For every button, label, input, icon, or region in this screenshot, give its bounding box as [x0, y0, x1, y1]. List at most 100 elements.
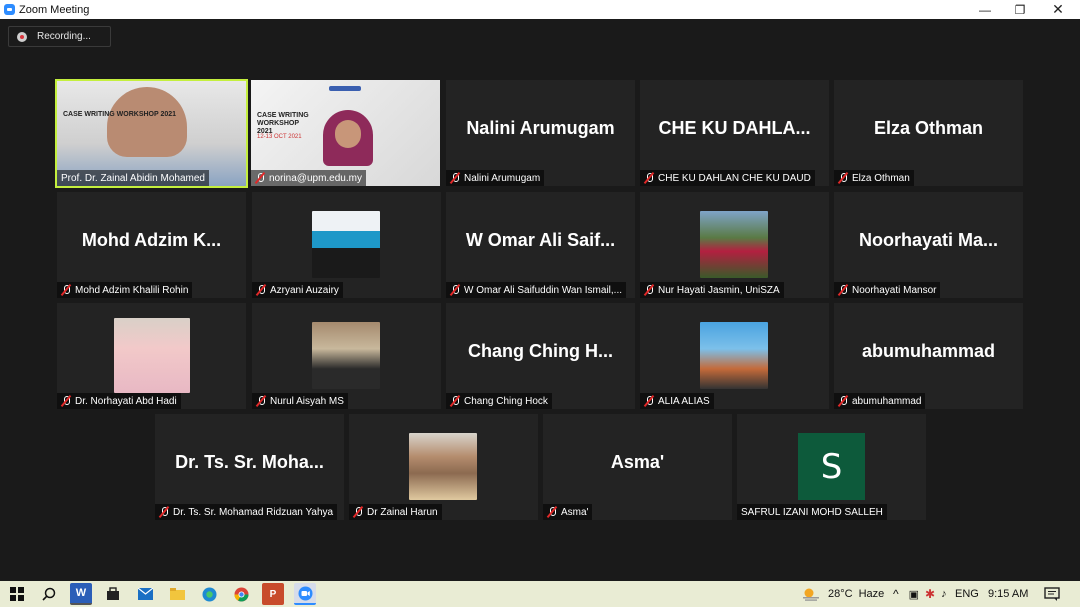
weather-desc: Haze	[858, 588, 885, 600]
record-icon	[17, 31, 27, 42]
chevron-up-icon[interactable]: ^	[893, 587, 899, 601]
shared-slide-dates: 12-13 OCT 2021	[257, 134, 302, 140]
mic-muted-icon	[61, 395, 71, 407]
antivirus-icon[interactable]: ✱	[925, 587, 935, 601]
mic-muted-icon	[353, 506, 363, 518]
mail-icon[interactable]	[134, 583, 156, 605]
mic-muted-icon	[450, 172, 460, 184]
participant-name: SAFRUL IZANI MOHD SALLEH	[737, 504, 887, 520]
video-tile[interactable]: Dr Zainal Harun	[349, 414, 538, 520]
mic-muted-icon	[255, 172, 265, 184]
mic-muted-icon	[159, 506, 169, 518]
video-tile[interactable]: Nurul Aisyah MS	[252, 303, 441, 409]
participant-display-name: Chang Ching H...	[468, 341, 613, 361]
chrome-icon[interactable]	[230, 583, 252, 605]
windows-start-icon[interactable]	[6, 583, 28, 605]
close-button[interactable]: ✕	[1038, 0, 1078, 19]
video-tile[interactable]: Asma' Asma'	[543, 414, 732, 520]
weather-temp: 28°C	[828, 588, 853, 600]
maximize-button[interactable]: ❐	[1000, 0, 1040, 19]
notification-center[interactable]	[1044, 581, 1060, 607]
mic-muted-icon	[644, 172, 654, 184]
mic-muted-icon	[644, 284, 654, 296]
participant-display-name: Asma'	[610, 452, 665, 472]
video-tile[interactable]: CASE WRITING WORKSHOP 2021 Prof. Dr. Zai…	[55, 79, 248, 188]
participant-name: Nalini Arumugam	[446, 170, 545, 186]
mic-muted-icon	[450, 284, 460, 296]
language-indicator[interactable]: ENG	[955, 581, 979, 607]
participant-photo	[312, 211, 380, 278]
video-tile[interactable]: W Omar Ali Saif... W Omar Ali Saifuddin …	[446, 192, 635, 298]
notification-icon	[1044, 587, 1060, 601]
mic-muted-icon	[61, 284, 71, 296]
participant-name: ALIA ALIAS	[640, 393, 714, 409]
participant-name: norina@upm.edu.my	[251, 170, 366, 186]
video-tile[interactable]: Mohd Adzim K... Mohd Adzim Khalili Rohin	[57, 192, 246, 298]
participant-name: Nur Hayati Jasmin, UniSZA	[640, 282, 784, 298]
shared-slide-title: CASE WRITING WORKSHOP 2021	[257, 112, 309, 135]
sun-haze-icon	[803, 588, 819, 601]
participant-name: CHE KU DAHLAN CHE KU DAUD	[640, 170, 815, 186]
video-tile[interactable]: Dr. Norhayati Abd Hadi	[57, 303, 246, 409]
participant-display-name: Dr. Ts. Sr. Moha...	[175, 452, 324, 472]
video-tile[interactable]: Elza Othman Elza Othman	[834, 80, 1023, 186]
participant-name: Noorhayati Mansor	[834, 282, 941, 298]
video-tile[interactable]: CASE WRITING WORKSHOP 2021 12-13 OCT 202…	[251, 80, 440, 186]
powerpoint-icon[interactable]: P	[262, 583, 284, 605]
mic-muted-icon	[256, 284, 266, 296]
participant-name: Mohd Adzim Khalili Rohin	[57, 282, 193, 298]
folder-icon[interactable]	[166, 583, 188, 605]
participant-video-person	[107, 87, 187, 157]
minimize-button[interactable]: —	[965, 0, 1005, 19]
participant-name: Nurul Aisyah MS	[252, 393, 348, 409]
window-titlebar: Zoom Meeting — ❐ ✕	[0, 0, 1080, 19]
participant-photo	[700, 322, 768, 389]
network-icon[interactable]: ▣	[909, 588, 919, 601]
participant-name: Elza Othman	[834, 170, 914, 186]
video-tile[interactable]: CHE KU DAHLA... CHE KU DAHLAN CHE KU DAU…	[640, 80, 829, 186]
clock[interactable]: 9:15 AM	[988, 581, 1028, 607]
participant-name: Dr. Norhayati Abd Hadi	[57, 393, 181, 409]
video-tile[interactable]: abumuhammad abumuhammad	[834, 303, 1023, 409]
participant-name: abumuhammad	[834, 393, 926, 409]
mic-muted-icon	[838, 284, 848, 296]
participant-photo	[312, 322, 380, 389]
video-tile[interactable]: Azryani Auzairy	[252, 192, 441, 298]
video-tile[interactable]: S SAFRUL IZANI MOHD SALLEH	[737, 414, 926, 520]
recording-label: Recording...	[37, 31, 91, 42]
mic-muted-icon	[547, 506, 557, 518]
word-icon[interactable]: W	[70, 583, 92, 605]
weather-widget[interactable]: 28°C Haze	[802, 581, 884, 607]
participant-display-name: Noorhayati Ma...	[858, 230, 999, 250]
participant-display-name: Mohd Adzim K...	[81, 230, 222, 250]
recording-indicator[interactable]: Recording...	[8, 26, 111, 47]
windows-taskbar: W P 28°C Haze ^ ▣ ✱ ♪ ENG 9:15 AM	[0, 581, 1080, 607]
zoom-taskbar-icon[interactable]	[294, 583, 316, 605]
participant-avatar: S	[798, 433, 865, 500]
participant-display-name: CHE KU DAHLA...	[658, 118, 811, 138]
store-icon[interactable]	[102, 583, 124, 605]
participant-display-name: Nalini Arumugam	[466, 118, 615, 138]
participant-photo	[409, 433, 477, 500]
mic-muted-icon	[256, 395, 266, 407]
participant-display-name: W Omar Ali Saif...	[465, 230, 616, 250]
volume-icon[interactable]: ♪	[941, 588, 947, 600]
participant-photo	[700, 211, 768, 278]
participant-name: Dr. Ts. Sr. Mohamad Ridzuan Yahya	[155, 504, 338, 520]
search-icon[interactable]	[38, 583, 60, 605]
participant-name: W Omar Ali Saifuddin Wan Ismail,...	[446, 282, 627, 298]
video-tile[interactable]: Nur Hayati Jasmin, UniSZA	[640, 192, 829, 298]
window-title: Zoom Meeting	[19, 3, 90, 16]
mic-muted-icon	[838, 172, 848, 184]
participant-name: Azryani Auzairy	[252, 282, 343, 298]
video-tile[interactable]: Dr. Ts. Sr. Moha... Dr. Ts. Sr. Mohamad …	[155, 414, 344, 520]
shared-slide-title: CASE WRITING WORKSHOP 2021	[63, 111, 177, 118]
video-tile[interactable]: Chang Ching H... Chang Ching Hock	[446, 303, 635, 409]
video-tile[interactable]: ALIA ALIAS	[640, 303, 829, 409]
clock-time: 9:15 AM	[988, 588, 1029, 600]
participant-display-name: Elza Othman	[873, 118, 984, 138]
video-tile[interactable]: Noorhayati Ma... Noorhayati Mansor	[834, 192, 1023, 298]
video-tile[interactable]: Nalini Arumugam Nalini Arumugam	[446, 80, 635, 186]
edge-icon[interactable]	[198, 583, 220, 605]
system-tray: ^ ▣ ✱ ♪	[893, 581, 947, 607]
